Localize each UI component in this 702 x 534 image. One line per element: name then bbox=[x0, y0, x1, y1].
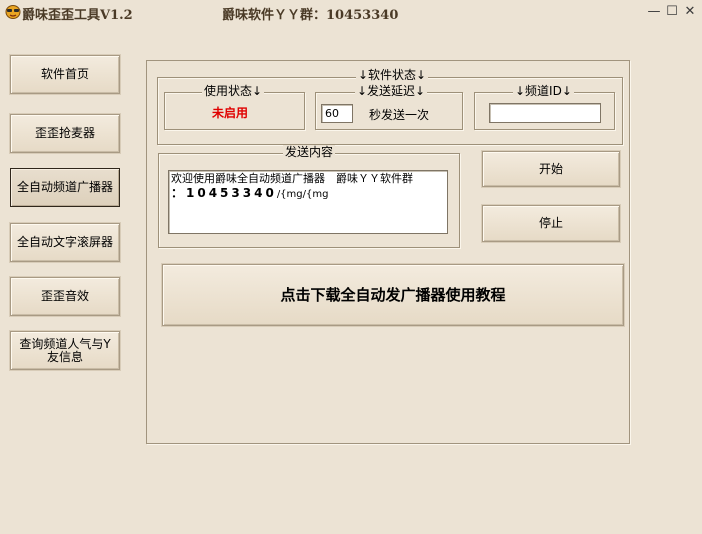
send-content-line1: 欢迎使用爵味全自动频道广播器 爵味ＹＹ软件群 bbox=[171, 172, 413, 185]
download-tutorial-button[interactable]: 点击下载全自动发广播器使用教程 bbox=[162, 264, 624, 326]
send-delay-title: ↓发送延迟↓ bbox=[355, 84, 428, 98]
send-content-emoticons: /{mg/{mg bbox=[276, 189, 329, 200]
sidebar-item-label: 软件首页 bbox=[40, 67, 89, 81]
sidebar-item-channel-query[interactable]: 查询频道人气与Y友信息 bbox=[10, 331, 120, 370]
send-delay-suffix: 秒发送一次 bbox=[369, 108, 430, 122]
download-tutorial-label: 点击下载全自动发广播器使用教程 bbox=[280, 285, 506, 304]
channel-id-input[interactable] bbox=[489, 103, 601, 123]
send-content-line2: ：10453340/{mg/{mg bbox=[171, 186, 445, 202]
start-button[interactable]: 开始 bbox=[482, 151, 620, 187]
yy-group-banner: 爵味软件ＹＹ群：10453340 bbox=[222, 8, 399, 23]
send-content-title: 发送内容 bbox=[283, 145, 336, 159]
channel-id-title: ↓频道ID↓ bbox=[513, 84, 574, 98]
maximize-icon[interactable]: ☐ bbox=[664, 4, 680, 20]
sidebar-item-auto-scroller[interactable]: 全自动文字滚屏器 bbox=[10, 223, 120, 262]
sidebar-item-label: 歪歪音效 bbox=[40, 289, 89, 303]
stop-button-label: 停止 bbox=[538, 216, 563, 230]
minimize-icon[interactable]: — bbox=[646, 4, 662, 20]
usage-status-title: 使用状态↓ bbox=[202, 84, 265, 98]
start-button-label: 开始 bbox=[538, 161, 563, 176]
sidebar-item-label: 全自动频道广播器 bbox=[16, 180, 113, 194]
send-delay-input[interactable] bbox=[321, 104, 353, 123]
send-content-textarea[interactable]: 欢迎使用爵味全自动频道广播器 爵味ＹＹ软件群 ：10453340/{mg/{mg bbox=[168, 170, 448, 234]
sidebar-item-label: 全自动文字滚屏器 bbox=[16, 235, 113, 249]
stop-button[interactable]: 停止 bbox=[482, 205, 620, 242]
usage-status-value: 未启用 bbox=[211, 106, 248, 120]
app-title: 爵味歪歪工具V1.2 bbox=[22, 8, 133, 23]
sidebar-item-home[interactable]: 软件首页 bbox=[10, 55, 120, 94]
close-icon[interactable]: ✕ bbox=[682, 4, 698, 20]
sidebar-item-auto-broadcaster[interactable]: 全自动频道广播器 bbox=[10, 168, 120, 207]
software-status-title: ↓软件状态↓ bbox=[356, 68, 429, 82]
sidebar-item-label: 歪歪抢麦器 bbox=[34, 126, 95, 140]
send-content-group-number: ：10453340 bbox=[171, 186, 277, 200]
sidebar-item-sound-effects[interactable]: 歪歪音效 bbox=[10, 277, 120, 316]
sidebar-item-label: 查询频道人气与Y友信息 bbox=[19, 336, 111, 364]
sidebar-item-mic-grabber[interactable]: 歪歪抢麦器 bbox=[10, 114, 120, 153]
cartoon-face-icon bbox=[5, 5, 21, 19]
title-bar: 爵味歪歪工具V1.2 爵味软件ＹＹ群：10453340 — ☐ ✕ bbox=[0, 0, 702, 24]
